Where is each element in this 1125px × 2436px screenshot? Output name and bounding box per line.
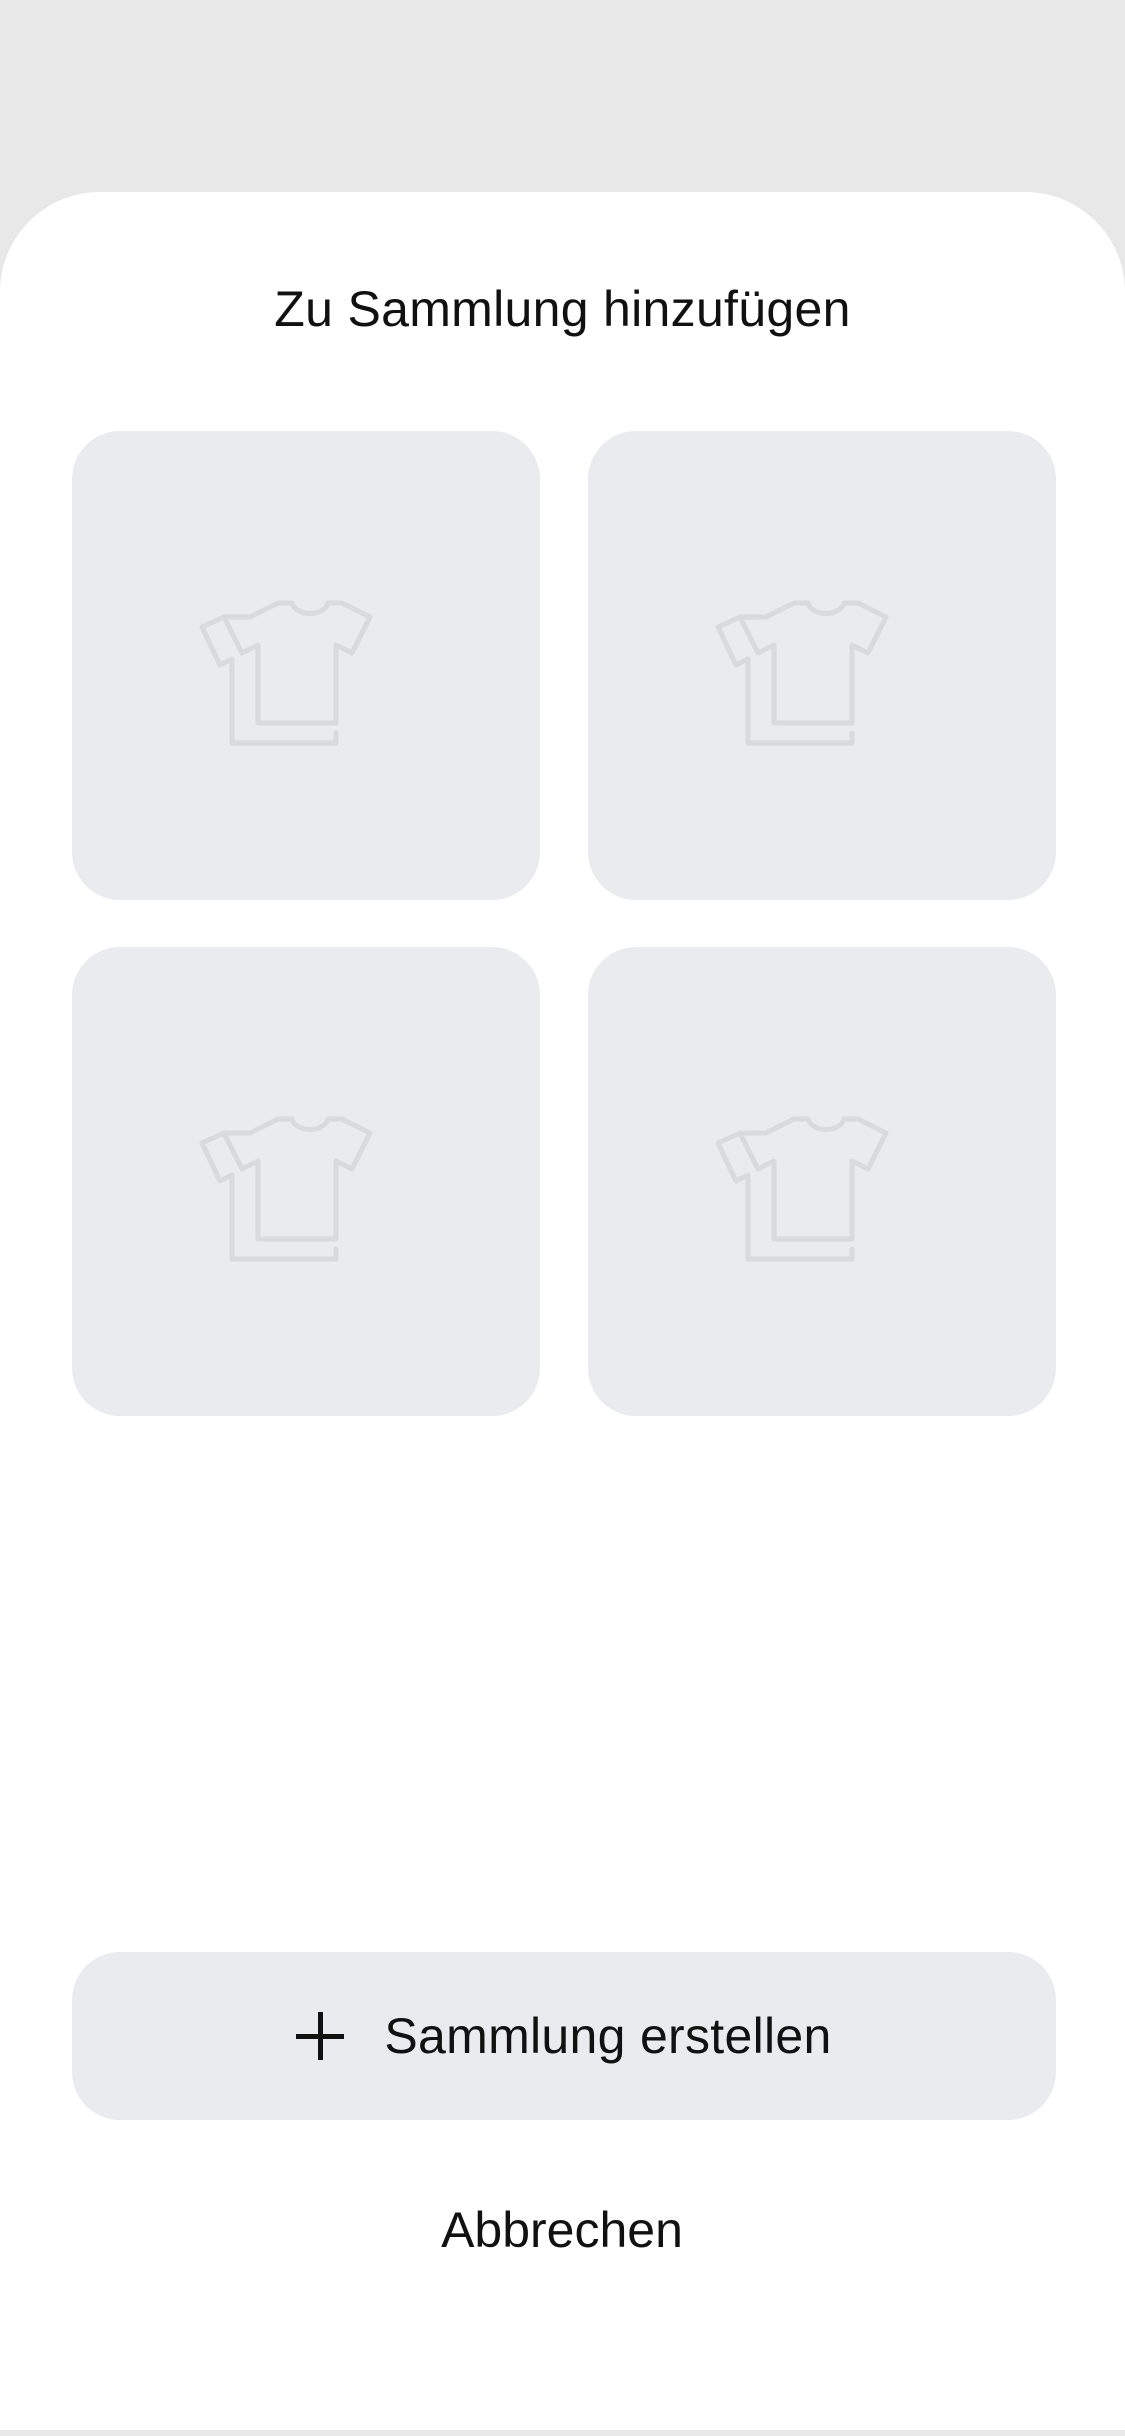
tshirt-stack-icon [715, 600, 889, 746]
tshirt-stack-icon [199, 600, 373, 746]
bottom-edge [0, 2430, 1125, 2436]
cancel-button[interactable]: Abbrechen [312, 2190, 812, 2270]
create-collection-button[interactable]: Sammlung erstellen [72, 1952, 1056, 2120]
collection-tile[interactable] [72, 947, 540, 1416]
create-collection-label: Sammlung erstellen [384, 2008, 832, 2064]
collection-tile[interactable] [72, 431, 540, 900]
sheet-title: Zu Sammlung hinzufügen [274, 281, 851, 337]
plus-icon [296, 2012, 345, 2060]
tshirt-stack-icon [715, 1116, 889, 1262]
collection-tile[interactable] [588, 947, 1056, 1416]
collection-tile[interactable] [588, 431, 1056, 900]
tshirt-stack-icon [199, 1116, 373, 1262]
collection-grid [72, 431, 1056, 1416]
